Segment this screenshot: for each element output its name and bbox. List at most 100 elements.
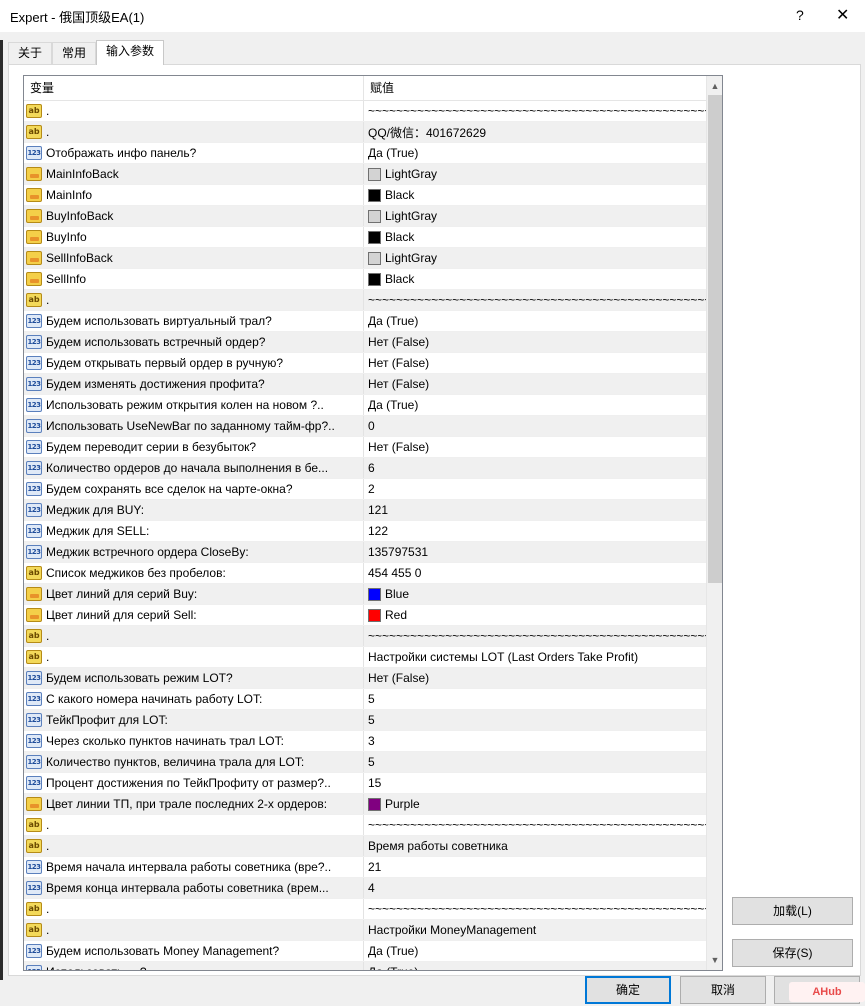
value-cell[interactable]: LightGray <box>364 248 706 268</box>
variable-cell[interactable]: 123 Время конца интервала работы советник… <box>24 878 364 898</box>
value-cell[interactable]: Настройки MoneyManagement <box>364 920 706 940</box>
tab-about[interactable]: 关于 <box>8 42 53 64</box>
variable-cell[interactable]: 123 Меджик для SELL: <box>24 521 364 541</box>
parameters-grid[interactable]: 变量 赋值 ab. ~~~~~~~~~~~~~~~~~~~~~~~~~~~~~~~… <box>23 75 723 971</box>
value-cell[interactable]: 5 <box>364 752 706 772</box>
value-cell[interactable]: LightGray <box>364 206 706 226</box>
variable-cell[interactable]: Цвет линии ТП, при трале последних 2-х о… <box>24 794 364 814</box>
value-cell[interactable]: 135797531 <box>364 542 706 562</box>
table-row[interactable]: Цвет линий для серий Buy: Blue <box>24 584 706 605</box>
value-cell[interactable]: 5 <box>364 710 706 730</box>
table-row[interactable]: 123 Будем использовать Money Management? Д… <box>24 941 706 962</box>
variable-cell[interactable]: SellInfoBack <box>24 248 364 268</box>
table-row[interactable]: SellInfoBack LightGray <box>24 248 706 269</box>
variable-cell[interactable]: MainInfo <box>24 185 364 205</box>
table-row[interactable]: ab Список меджиков без пробелов: 454 455 0 <box>24 563 706 584</box>
value-cell[interactable]: Purple <box>364 794 706 814</box>
variable-cell[interactable]: ab. <box>24 647 364 667</box>
value-cell[interactable]: Нет (False) <box>364 668 706 688</box>
table-row[interactable]: 123 Меджик для SELL: 122 <box>24 521 706 542</box>
value-cell[interactable]: Да (True) <box>364 143 706 163</box>
tab-inputs[interactable]: 输入参数 <box>96 40 165 65</box>
variable-cell[interactable]: ab. <box>24 836 364 856</box>
table-row[interactable]: 123 Будем открывать первый ордер в ручную… <box>24 353 706 374</box>
variable-cell[interactable]: 123 Отображать инфо панель? <box>24 143 364 163</box>
table-row[interactable]: 123 Время начала интервала работы советни… <box>24 857 706 878</box>
help-icon[interactable]: ? <box>796 7 804 23</box>
table-row[interactable]: 123 Будем переводит серии в безубыток? Нет… <box>24 437 706 458</box>
variable-cell[interactable]: 123 Использовать ... ? <box>24 962 364 970</box>
table-row[interactable]: SellInfo Black <box>24 269 706 290</box>
value-cell[interactable]: Настройки системы LOT (Last Orders Take … <box>364 647 706 667</box>
table-row[interactable]: ab. Время работы советника <box>24 836 706 857</box>
value-cell[interactable]: QQ/微信：401672629 <box>364 122 706 142</box>
value-cell[interactable]: Blue <box>364 584 706 604</box>
value-cell[interactable]: 0 <box>364 416 706 436</box>
table-row[interactable]: 123 Отображать инфо панель? Да (True) <box>24 143 706 164</box>
value-cell[interactable]: 3 <box>364 731 706 751</box>
ok-button[interactable]: 确定 <box>585 976 671 1004</box>
variable-cell[interactable]: BuyInfoBack <box>24 206 364 226</box>
table-row[interactable]: MainInfo Black <box>24 185 706 206</box>
value-cell[interactable]: 122 <box>364 521 706 541</box>
variable-cell[interactable]: ab Список меджиков без пробелов: <box>24 563 364 583</box>
variable-cell[interactable]: 123 Будем сохранять все сделок на чарте-о… <box>24 479 364 499</box>
column-header-variable[interactable]: 变量 <box>24 76 364 100</box>
variable-cell[interactable]: Цвет линий для серий Sell: <box>24 605 364 625</box>
table-row[interactable]: 123 Через сколько пунктов начинать трал L… <box>24 731 706 752</box>
variable-cell[interactable]: 123 Будем переводит серии в безубыток? <box>24 437 364 457</box>
value-cell[interactable]: 2 <box>364 479 706 499</box>
value-cell[interactable]: Нет (False) <box>364 332 706 352</box>
value-cell[interactable]: Black <box>364 185 706 205</box>
table-row[interactable]: 123 Количество пунктов, величина трала дл… <box>24 752 706 773</box>
variable-cell[interactable]: 123 Использовать режим открытия колен на … <box>24 395 364 415</box>
table-row[interactable]: ab. ~~~~~~~~~~~~~~~~~~~~~~~~~~~~~~~~~~~~~… <box>24 101 706 122</box>
variable-cell[interactable]: 123 Будем использовать виртуальный трал? <box>24 311 364 331</box>
table-row[interactable]: 123 Использовать UseNewBar по заданному т… <box>24 416 706 437</box>
vertical-scrollbar[interactable]: ▲ ▼ <box>706 76 722 970</box>
table-row[interactable]: 123 Меджик встречного ордера CloseBy: 1357… <box>24 542 706 563</box>
cancel-button[interactable]: 取消 <box>680 976 766 1004</box>
value-cell[interactable]: Black <box>364 269 706 289</box>
table-row[interactable]: 123 С какого номера начинать работу LOT: 5 <box>24 689 706 710</box>
table-row[interactable]: ab. ~~~~~~~~~~~~~~~~~~~~~~~~~~~~~~~~~~~~~… <box>24 290 706 311</box>
variable-cell[interactable]: Цвет линий для серий Buy: <box>24 584 364 604</box>
variable-cell[interactable]: BuyInfo <box>24 227 364 247</box>
value-cell[interactable]: Время работы советника <box>364 836 706 856</box>
tab-common[interactable]: 常用 <box>52 42 97 64</box>
value-cell[interactable]: ~~~~~~~~~~~~~~~~~~~~~~~~~~~~~~~~~~~~~~~~… <box>364 899 706 919</box>
variable-cell[interactable]: MainInfoBack <box>24 164 364 184</box>
close-icon[interactable]: ✕ <box>836 5 849 25</box>
table-row[interactable]: 123 ТейкПрофит для LOT: 5 <box>24 710 706 731</box>
table-row[interactable]: 123 Будем сохранять все сделок на чарте-о… <box>24 479 706 500</box>
value-cell[interactable]: Да (True) <box>364 941 706 961</box>
table-row[interactable]: MainInfoBack LightGray <box>24 164 706 185</box>
table-row[interactable]: ab. QQ/微信：401672629 <box>24 122 706 143</box>
variable-cell[interactable]: ab. <box>24 626 364 646</box>
variable-cell[interactable]: 123 Меджик для BUY: <box>24 500 364 520</box>
value-cell[interactable]: LightGray <box>364 164 706 184</box>
value-cell[interactable]: Да (True) <box>364 395 706 415</box>
scroll-down-icon[interactable]: ▼ <box>707 952 722 968</box>
table-row[interactable]: 123 Меджик для BUY: 121 <box>24 500 706 521</box>
table-row[interactable]: 123 Будем использовать встречный ордер? Не… <box>24 332 706 353</box>
column-header-value[interactable]: 赋值 <box>364 76 394 100</box>
value-cell[interactable]: 121 <box>364 500 706 520</box>
variable-cell[interactable]: ab. <box>24 101 364 121</box>
value-cell[interactable]: 454 455 0 <box>364 563 706 583</box>
variable-cell[interactable]: SellInfo <box>24 269 364 289</box>
value-cell[interactable]: 15 <box>364 773 706 793</box>
variable-cell[interactable]: 123 Будем открывать первый ордер в ручную… <box>24 353 364 373</box>
variable-cell[interactable]: 123 Количество ордеров до начала выполнен… <box>24 458 364 478</box>
table-row[interactable]: 123 Время конца интервала работы советник… <box>24 878 706 899</box>
scroll-thumb[interactable] <box>708 95 722 583</box>
variable-cell[interactable]: ab. <box>24 899 364 919</box>
table-row[interactable]: BuyInfoBack LightGray <box>24 206 706 227</box>
value-cell[interactable]: Нет (False) <box>364 437 706 457</box>
variable-cell[interactable]: 123 Будем изменять достижения профита? <box>24 374 364 394</box>
scroll-up-icon[interactable]: ▲ <box>707 78 722 94</box>
table-row[interactable]: ab. Настройки MoneyManagement <box>24 920 706 941</box>
value-cell[interactable]: Red <box>364 605 706 625</box>
variable-cell[interactable]: 123 Использовать UseNewBar по заданному т… <box>24 416 364 436</box>
table-row[interactable]: BuyInfo Black <box>24 227 706 248</box>
